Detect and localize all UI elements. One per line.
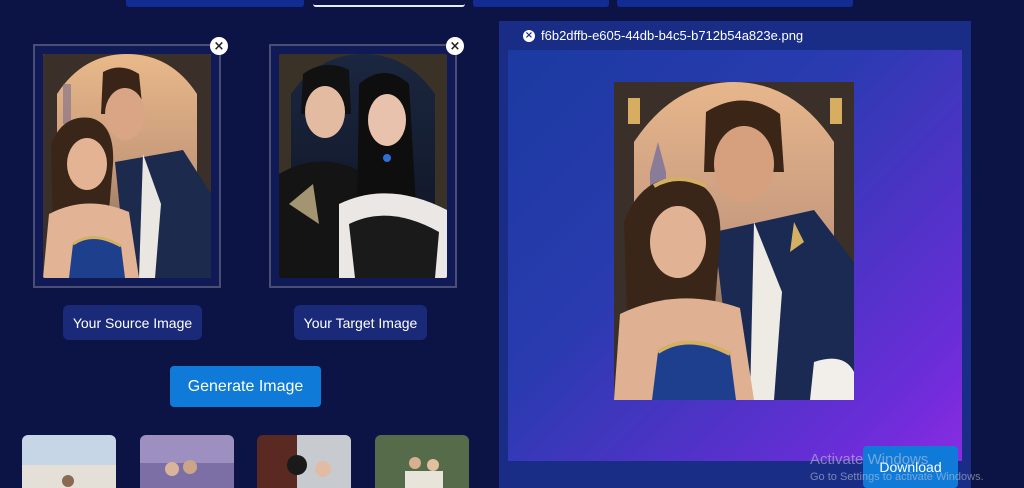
tab-1[interactable] <box>126 0 304 7</box>
generate-image-button[interactable]: Generate Image <box>170 366 321 407</box>
result-header: × f6b2dffb-e605-44db-b4c5-b712b54a823e.p… <box>523 28 803 43</box>
download-button[interactable]: Download <box>863 446 958 488</box>
close-icon[interactable]: × <box>523 29 535 42</box>
gallery-thumbnail[interactable] <box>375 435 469 488</box>
source-image-label: Your Source Image <box>63 305 202 340</box>
result-panel: × f6b2dffb-e605-44db-b4c5-b712b54a823e.p… <box>499 21 971 488</box>
gallery-thumbnail[interactable] <box>22 435 116 488</box>
close-icon: × <box>449 38 461 54</box>
target-close-button[interactable]: × <box>446 37 464 55</box>
target-image <box>279 54 447 278</box>
source-image <box>43 54 211 278</box>
tab-3[interactable] <box>473 0 609 7</box>
close-icon: × <box>213 38 225 54</box>
gallery-thumbnail[interactable] <box>257 435 351 488</box>
gallery-thumbnail[interactable] <box>140 435 234 488</box>
top-tab-strip <box>0 0 1024 8</box>
result-canvas <box>508 50 962 461</box>
target-image-card[interactable] <box>269 44 457 288</box>
tab-4[interactable] <box>617 0 853 7</box>
source-close-button[interactable]: × <box>210 37 228 55</box>
target-image-label: Your Target Image <box>294 305 427 340</box>
result-image <box>614 82 854 400</box>
result-filename: f6b2dffb-e605-44db-b4c5-b712b54a823e.png <box>541 28 804 43</box>
tab-2-active[interactable] <box>313 0 465 7</box>
source-image-card[interactable] <box>33 44 221 288</box>
